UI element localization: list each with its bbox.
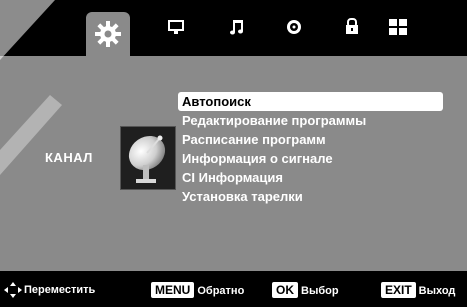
help-ok-label: Выбор — [301, 285, 339, 297]
help-move-label: Переместить — [24, 284, 96, 296]
tv-settings-screen: КАНАЛ Автопоиск Редактирование программы… — [0, 0, 467, 307]
tab-settings[interactable] — [86, 12, 130, 56]
lock-icon — [346, 18, 358, 34]
help-exit-label: Выход — [418, 285, 456, 297]
tab-sound[interactable] — [222, 10, 252, 44]
menu-key-badge: MENU — [151, 282, 195, 298]
tab-setup[interactable] — [383, 10, 413, 44]
channel-menu-panel: КАНАЛ Автопоиск Редактирование программы… — [0, 56, 467, 271]
help-menu: MENU Обратно — [151, 282, 244, 298]
tab-time[interactable] — [279, 10, 309, 44]
clock-icon — [287, 20, 301, 34]
music-note-icon — [230, 20, 243, 35]
ok-key-badge: OK — [272, 282, 298, 298]
help-exit: EXIT Выход — [381, 282, 455, 298]
menu-item-auto-search[interactable]: Автопоиск — [178, 92, 443, 111]
help-menu-label: Обратно — [197, 285, 245, 297]
help-move: Переместить — [4, 282, 95, 298]
exit-key-badge: EXIT — [381, 282, 416, 298]
help-ok: OK Выбор — [272, 282, 339, 298]
tab-lock[interactable] — [337, 10, 367, 44]
help-bar: Переместить MENU Обратно OK Выбор EXIT Выхо… — [0, 271, 467, 307]
satellite-dish-icon — [120, 126, 176, 190]
menu-item-program-schedule[interactable]: Расписание программ — [178, 130, 443, 149]
dpad-arrows-icon — [4, 282, 22, 298]
menu-item-signal-info[interactable]: Информация о сигнале — [178, 149, 443, 168]
menu-item-dish-setup[interactable]: Установка тарелки — [178, 187, 443, 206]
section-title: КАНАЛ — [45, 150, 93, 165]
category-tab-bar — [0, 0, 467, 56]
menu-item-ci-info[interactable]: CI Информация — [178, 168, 443, 187]
menu-item-edit-program[interactable]: Редактирование программы — [178, 111, 443, 130]
channel-options-list: Автопоиск Редактирование программы Распи… — [178, 92, 443, 206]
monitor-icon — [168, 20, 184, 34]
tab-picture[interactable] — [161, 10, 191, 44]
gear-icon — [95, 21, 121, 47]
grid-icon — [389, 19, 407, 35]
